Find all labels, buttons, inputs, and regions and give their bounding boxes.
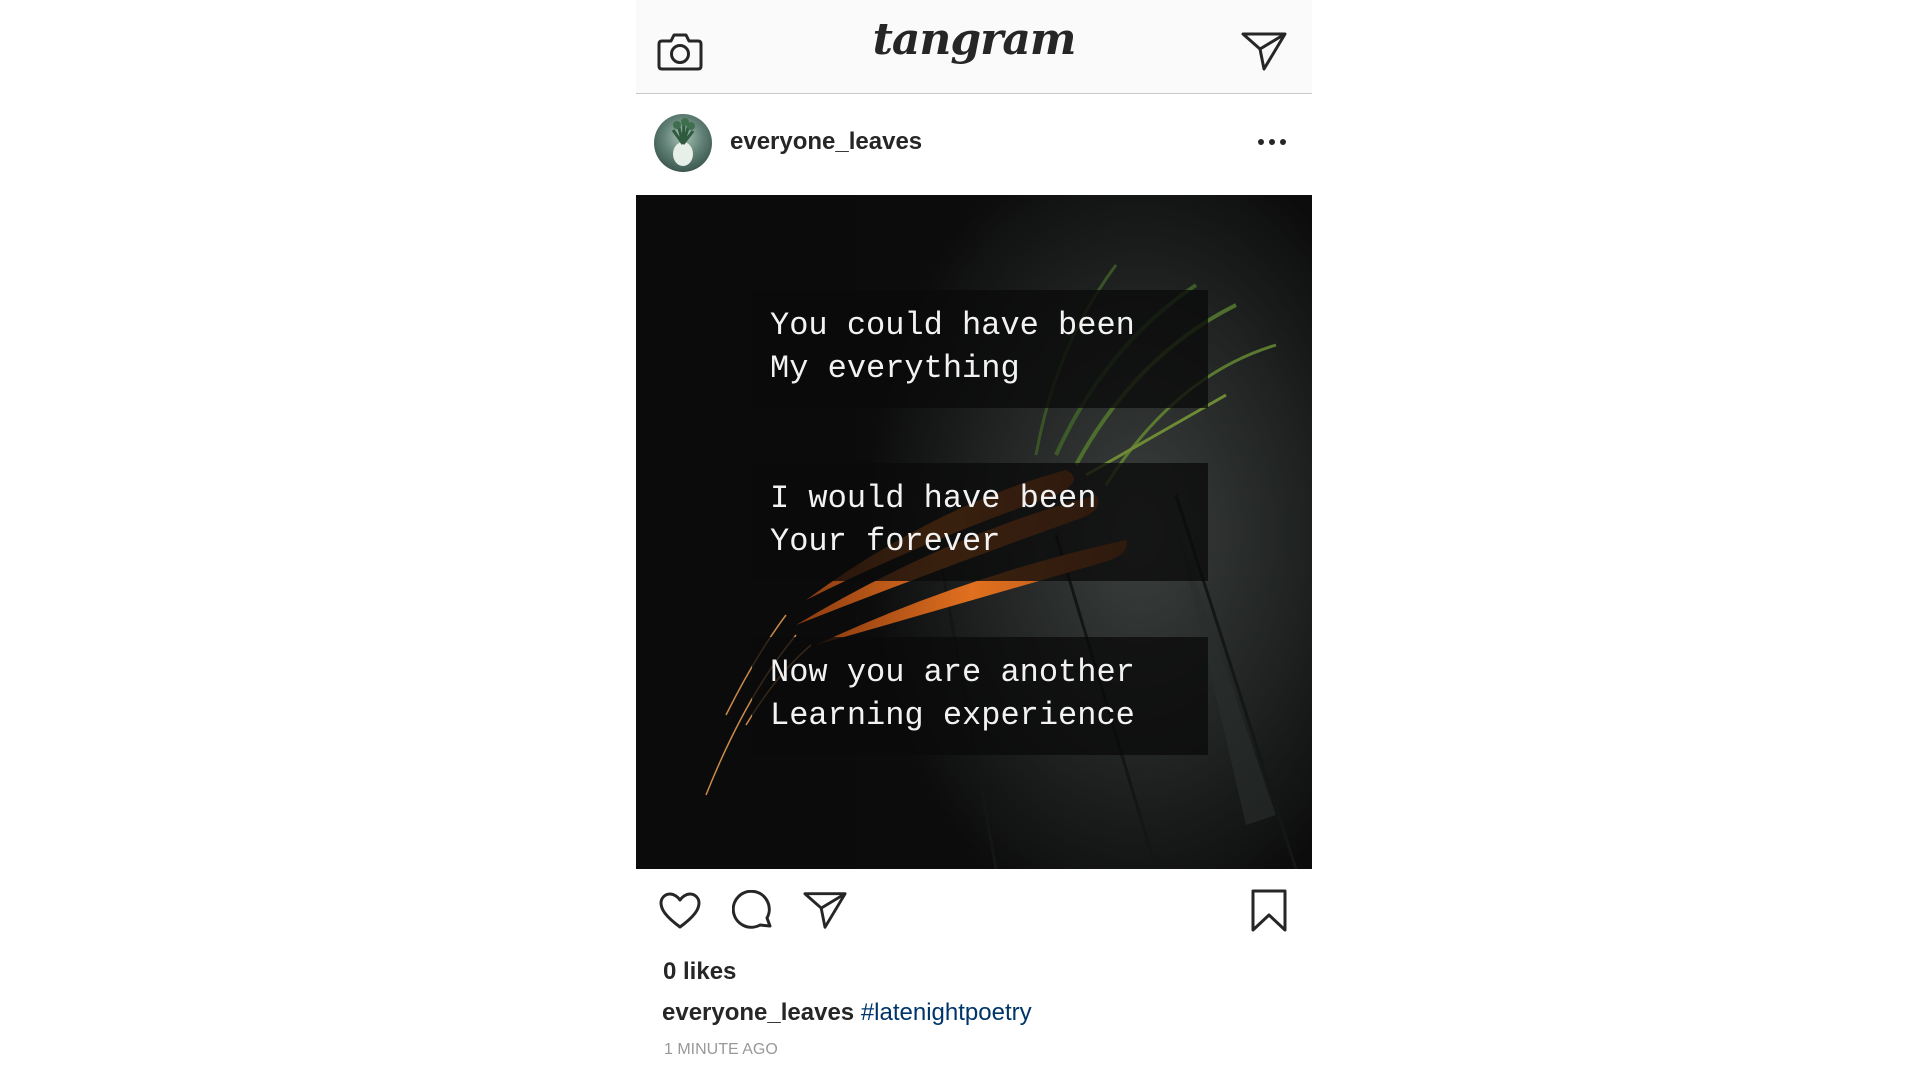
save-button[interactable]	[1248, 888, 1290, 934]
more-options-icon	[1258, 139, 1286, 145]
post-header: everyone_leaves	[636, 94, 1312, 194]
likes-count[interactable]: 0 likes	[663, 958, 736, 986]
post-image[interactable]: You could have been My everything I woul…	[636, 195, 1312, 869]
post-timestamp: 1 MINUTE AGO	[664, 1041, 778, 1058]
top-bar: tangram	[636, 0, 1312, 94]
avatar[interactable]	[654, 114, 712, 172]
post-caption: everyone_leaves #latenightpoetry	[662, 999, 1032, 1027]
direct-message-button[interactable]	[1240, 30, 1288, 72]
comment-button[interactable]	[731, 890, 775, 932]
app-logo: tangram	[872, 14, 1077, 65]
heart-icon	[659, 892, 701, 929]
share-button[interactable]	[802, 888, 848, 932]
paper-plane-icon	[1241, 32, 1287, 71]
comment-bubble-icon	[732, 890, 772, 929]
caption-hashtag[interactable]: #latenightpoetry	[861, 999, 1032, 1026]
more-options-button[interactable]	[1254, 130, 1290, 154]
post-username[interactable]: everyone_leaves	[730, 128, 922, 156]
phone-screen: tangram everyone_leaves You could have b…	[636, 0, 1312, 1080]
paper-plane-icon	[803, 892, 847, 929]
image-text-block-3: Now you are another Learning experience	[752, 637, 1208, 755]
image-text-block-2: I would have been Your forever	[752, 463, 1208, 581]
avatar-plant-image	[671, 118, 695, 166]
caption-username[interactable]: everyone_leaves	[662, 999, 854, 1026]
post-actions	[636, 870, 1312, 950]
like-button[interactable]	[658, 890, 702, 932]
image-text-block-1: You could have been My everything	[752, 290, 1208, 408]
bookmark-icon	[1251, 889, 1287, 932]
